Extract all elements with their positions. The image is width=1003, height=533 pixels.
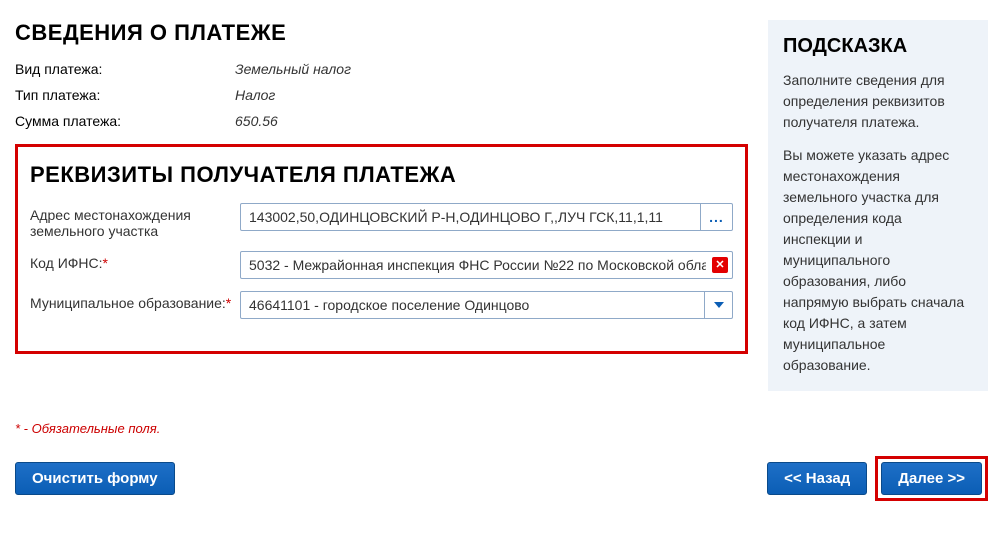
next-button[interactable]: Далее >> (881, 462, 982, 495)
payment-section-title: СВЕДЕНИЯ О ПЛАТЕЖЕ (15, 20, 748, 46)
municipal-label: Муниципальное образование:* (30, 291, 240, 311)
address-row: Адрес местонахождения земельного участка… (30, 203, 733, 239)
ifns-row: Код ИФНС:* ✕ (30, 251, 733, 279)
recipient-section-title: РЕКВИЗИТЫ ПОЛУЧАТЕЛЯ ПЛАТЕЖА (30, 162, 733, 188)
required-fields-note: * - Обязательные поля. (15, 421, 988, 436)
recipient-highlight-box: РЕКВИЗИТЫ ПОЛУЧАТЕЛЯ ПЛАТЕЖА Адрес место… (15, 144, 748, 354)
payment-amount-row: Сумма платежа: 650.56 (15, 113, 748, 129)
address-lookup-button[interactable]: ... (701, 203, 733, 231)
chevron-down-icon (714, 302, 724, 308)
clear-form-button[interactable]: Очистить форму (15, 462, 175, 495)
address-input[interactable] (240, 203, 701, 231)
ifns-input[interactable] (240, 251, 733, 279)
required-asterisk: * (226, 295, 231, 311)
hint-panel: ПОДСКАЗКА Заполните сведения для определ… (768, 20, 988, 391)
municipal-select[interactable] (240, 291, 705, 319)
ifns-label: Код ИФНС:* (30, 251, 240, 271)
payment-kind-value: Налог (235, 87, 275, 103)
payment-type-label: Вид платежа: (15, 61, 235, 77)
required-asterisk: * (103, 255, 108, 271)
ifns-clear-icon[interactable]: ✕ (712, 257, 728, 273)
payment-type-value: Земельный налог (235, 61, 351, 77)
hint-title: ПОДСКАЗКА (783, 35, 973, 58)
municipal-row: Муниципальное образование:* (30, 291, 733, 319)
municipal-dropdown-button[interactable] (705, 291, 733, 319)
address-label: Адрес местонахождения земельного участка (30, 203, 240, 239)
payment-amount-value: 650.56 (235, 113, 278, 129)
hint-paragraph-2: Вы можете указать адрес местонахождения … (783, 145, 973, 376)
hint-paragraph-1: Заполните сведения для определения рекви… (783, 70, 973, 133)
payment-kind-row: Тип платежа: Налог (15, 87, 748, 103)
payment-kind-label: Тип платежа: (15, 87, 235, 103)
payment-amount-label: Сумма платежа: (15, 113, 235, 129)
next-button-highlight: Далее >> (875, 456, 988, 501)
back-button[interactable]: << Назад (767, 462, 867, 495)
payment-type-row: Вид платежа: Земельный налог (15, 61, 748, 77)
